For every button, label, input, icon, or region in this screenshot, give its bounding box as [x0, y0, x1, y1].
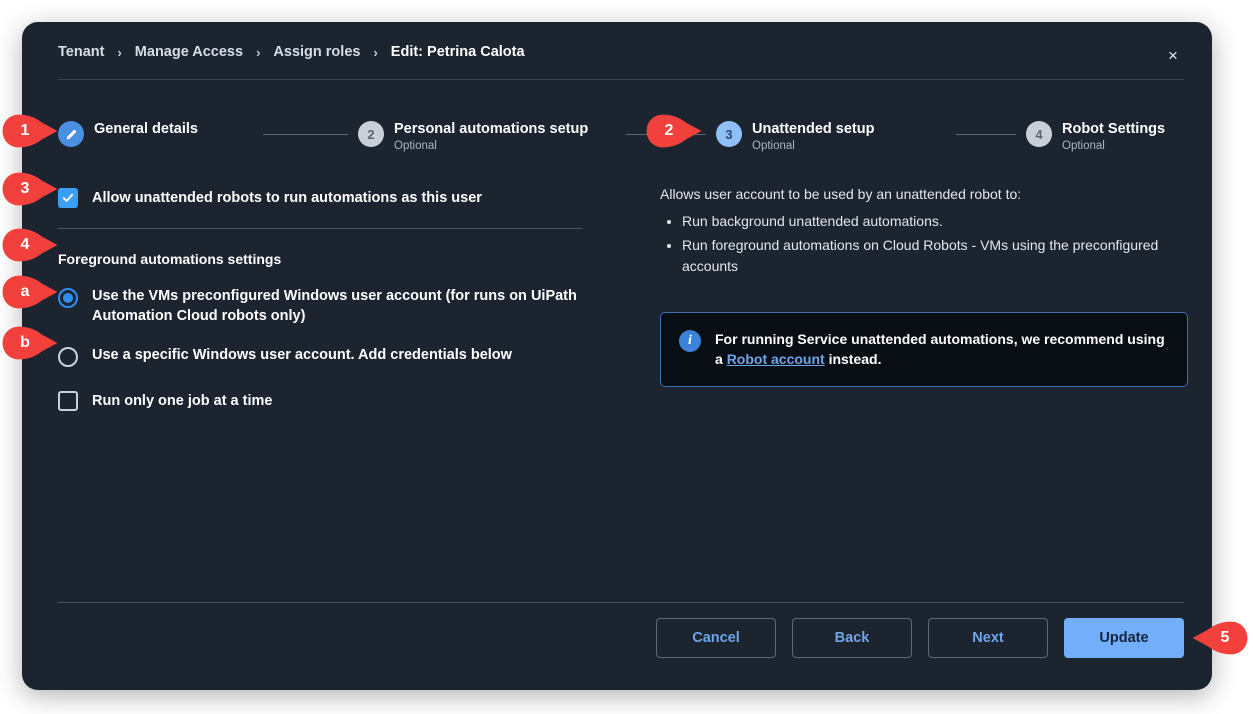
annotation-marker-3: 3 [2, 172, 58, 206]
recommendation-callout: i For running Service unattended automat… [660, 312, 1188, 387]
step-text: Unattended setup Optional [752, 120, 874, 153]
close-icon[interactable]: × [1158, 40, 1188, 70]
radio-selected-icon[interactable] [58, 288, 78, 308]
radio-option-2[interactable]: Use a specific Windows user account. Add… [58, 346, 618, 367]
radio-option-1[interactable]: Use the VMs preconfigured Windows user a… [58, 287, 618, 326]
one-job-checkbox-row[interactable]: Run only one job at a time [58, 387, 618, 415]
breadcrumb-item[interactable]: Manage Access [135, 44, 243, 60]
breadcrumb-item[interactable]: Assign roles [273, 44, 360, 60]
radio-option-label: Use the VMs preconfigured Windows user a… [92, 287, 584, 326]
dialog-header: Tenant›Manage Access›Assign roles›Edit: … [22, 22, 1212, 90]
foreground-radio-group: Use the VMs preconfigured Windows user a… [58, 287, 618, 367]
annotation-marker-b: b [2, 326, 58, 360]
step-connector-line [263, 134, 348, 135]
annotation-label: 2 [665, 122, 674, 140]
step-subtitle: Optional [752, 140, 874, 153]
robot-account-link[interactable]: Robot account [727, 351, 825, 367]
step-text: Robot Settings Optional [1062, 120, 1165, 153]
stepper-item-3[interactable]: 3 Unattended setup Optional [716, 120, 874, 153]
step-number-badge: 2 [358, 121, 384, 147]
step-number-badge: 4 [1026, 121, 1052, 147]
annotation-pin-icon [2, 228, 58, 262]
pencil-icon [58, 121, 84, 147]
step-connector-line [956, 134, 1016, 135]
recommendation-text-after: instead. [825, 351, 882, 367]
foreground-settings-title: Foreground automations settings [58, 251, 618, 267]
annotation-label: a [21, 283, 30, 301]
right-panel: Allows user account to be used by an una… [660, 184, 1188, 387]
allow-unattended-checkbox-row[interactable]: Allow unattended robots to run automatio… [58, 184, 618, 212]
next-button[interactable]: Next [928, 618, 1048, 658]
step-title: Unattended setup [752, 121, 874, 138]
one-job-label: Run only one job at a time [92, 393, 272, 409]
annotation-label: b [20, 334, 30, 352]
annotation-pin-icon [2, 326, 58, 360]
description-bullet: Run background unattended automations. [682, 211, 1188, 233]
info-icon: i [679, 330, 701, 352]
radio-unselected-icon[interactable] [58, 347, 78, 367]
step-title: Personal automations setup [394, 121, 588, 138]
left-divider [58, 228, 582, 229]
breadcrumb-separator: › [360, 45, 390, 60]
annotation-label: 5 [1221, 629, 1230, 647]
breadcrumb-item: Edit: Petrina Calota [391, 44, 525, 60]
step-subtitle: Optional [1062, 140, 1165, 153]
step-title: Robot Settings [1062, 121, 1165, 138]
breadcrumb-separator: › [243, 45, 273, 60]
annotation-marker-1: 1 [2, 114, 58, 148]
annotation-pin-icon [2, 172, 58, 206]
wizard-stepper: General details 2 Personal automations set… [58, 120, 1184, 176]
back-button[interactable]: Back [792, 618, 912, 658]
left-panel: Allow unattended robots to run automatio… [58, 184, 618, 415]
checkbox-checked-icon[interactable] [58, 188, 78, 208]
step-text: General details [94, 120, 198, 138]
breadcrumb: Tenant›Manage Access›Assign roles›Edit: … [58, 44, 525, 60]
recommendation-text: For running Service unattended automatio… [715, 329, 1169, 370]
cancel-button[interactable]: Cancel [656, 618, 776, 658]
step-number-badge: 3 [716, 121, 742, 147]
update-button[interactable]: Update [1064, 618, 1184, 658]
allow-unattended-label: Allow unattended robots to run automatio… [92, 190, 482, 206]
annotation-marker-a: a [2, 275, 58, 309]
annotation-marker-5: 5 [1192, 621, 1248, 655]
stepper-item-2[interactable]: 2 Personal automations setup Optional [358, 120, 588, 153]
annotation-marker-2: 2 [646, 114, 702, 148]
breadcrumb-separator: › [104, 45, 134, 60]
annotation-label: 3 [21, 180, 30, 198]
radio-option-label: Use a specific Windows user account. Add… [92, 346, 512, 366]
dialog-footer: Cancel Back Next Update [656, 618, 1184, 658]
annotation-pin-icon [2, 114, 58, 148]
checkbox-unchecked-icon[interactable] [58, 391, 78, 411]
annotation-marker-4: 4 [2, 228, 58, 262]
footer-divider [58, 602, 1184, 603]
stepper-item-4[interactable]: 4 Robot Settings Optional [1026, 120, 1165, 153]
description-bullet: Run foreground automations on Cloud Robo… [682, 235, 1188, 278]
annotation-label: 4 [21, 236, 30, 254]
screenshot-root: Tenant›Manage Access›Assign roles›Edit: … [0, 0, 1253, 714]
annotation-pin-icon [2, 275, 58, 309]
annotation-pin-icon [646, 114, 702, 148]
header-divider [58, 79, 1184, 80]
step-title: General details [94, 121, 198, 138]
description-bullets: Run background unattended automations.Ru… [660, 211, 1188, 278]
step-text: Personal automations setup Optional [394, 120, 588, 153]
breadcrumb-item[interactable]: Tenant [58, 44, 104, 60]
stepper-item-1[interactable]: General details [58, 120, 198, 147]
description-lead: Allows user account to be used by an una… [660, 184, 1188, 205]
assign-roles-dialog: Tenant›Manage Access›Assign roles›Edit: … [22, 22, 1212, 690]
annotation-label: 1 [21, 122, 30, 140]
step-subtitle: Optional [394, 140, 588, 153]
